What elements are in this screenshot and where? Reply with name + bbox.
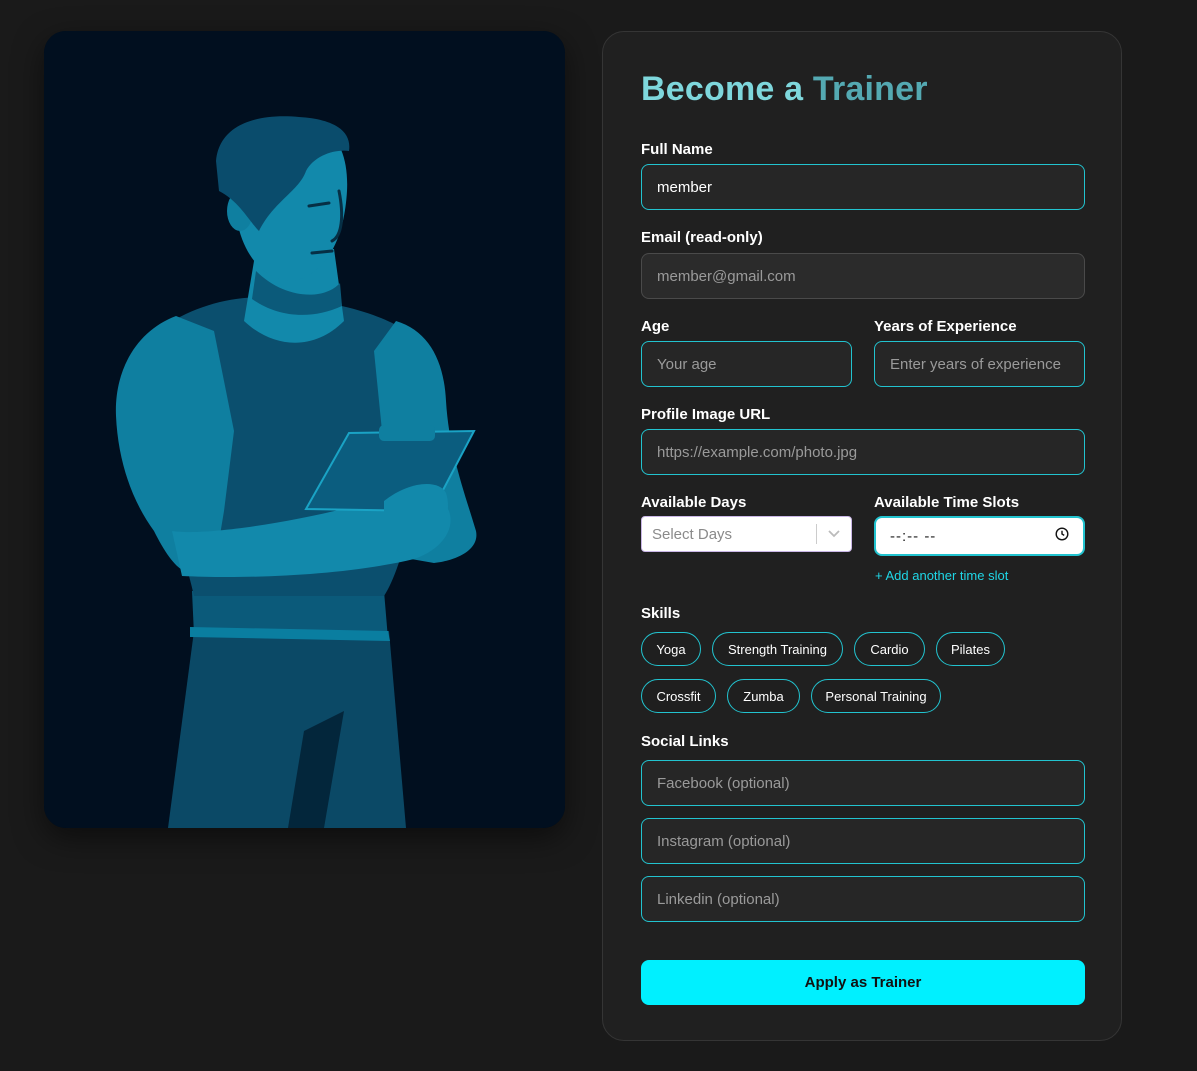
time-slots-label: Available Time Slots bbox=[874, 494, 1020, 511]
profile-image-input[interactable]: https://example.com/photo.jpg bbox=[641, 429, 1085, 475]
time-slot-input[interactable]: --:-- -- bbox=[874, 516, 1085, 556]
time-slot-value: --:-- -- bbox=[890, 527, 937, 545]
skills-label: Skills bbox=[641, 605, 681, 622]
skill-chip-zumba[interactable]: Zumba bbox=[727, 679, 800, 713]
email-label: Email (read-only) bbox=[641, 229, 763, 246]
title-part-1: Become a bbox=[641, 70, 813, 108]
trainer-application-card: Become a Trainer Full Name member Email … bbox=[602, 31, 1122, 1041]
skill-chip-strength-training[interactable]: Strength Training bbox=[712, 632, 843, 666]
chevron-down-icon[interactable] bbox=[817, 529, 851, 539]
page-title: Become a Trainer bbox=[641, 70, 928, 109]
email-field: member@gmail.com bbox=[641, 253, 1085, 299]
instagram-input[interactable]: Instagram (optional) bbox=[641, 818, 1085, 864]
add-time-slot-link[interactable]: + Add another time slot bbox=[875, 568, 1008, 583]
skill-chip-crossfit[interactable]: Crossfit bbox=[641, 679, 716, 713]
experience-input[interactable]: Enter years of experience bbox=[874, 341, 1085, 387]
apply-as-trainer-button[interactable]: Apply as Trainer bbox=[641, 960, 1085, 1005]
skill-chip-cardio[interactable]: Cardio bbox=[854, 632, 925, 666]
skill-chip-pilates[interactable]: Pilates bbox=[936, 632, 1005, 666]
days-select[interactable]: Select Days bbox=[641, 516, 852, 552]
trainer-illustration bbox=[44, 31, 565, 828]
skill-chip-personal-training[interactable]: Personal Training bbox=[811, 679, 941, 713]
social-links-label: Social Links bbox=[641, 733, 729, 750]
days-select-placeholder: Select Days bbox=[652, 525, 733, 543]
available-days-label: Available Days bbox=[641, 494, 747, 511]
full-name-input[interactable]: member bbox=[641, 164, 1085, 210]
full-name-label: Full Name bbox=[641, 141, 713, 158]
facebook-input[interactable]: Facebook (optional) bbox=[641, 760, 1085, 806]
clock-icon[interactable] bbox=[1055, 527, 1069, 545]
profile-image-label: Profile Image URL bbox=[641, 406, 771, 423]
age-input[interactable]: Your age bbox=[641, 341, 852, 387]
linkedin-input[interactable]: Linkedin (optional) bbox=[641, 876, 1085, 922]
skill-chip-yoga[interactable]: Yoga bbox=[641, 632, 701, 666]
age-label: Age bbox=[641, 318, 670, 335]
trainer-figure-icon bbox=[44, 31, 565, 828]
title-part-2: Trainer bbox=[812, 70, 928, 108]
experience-label: Years of Experience bbox=[874, 318, 1017, 335]
